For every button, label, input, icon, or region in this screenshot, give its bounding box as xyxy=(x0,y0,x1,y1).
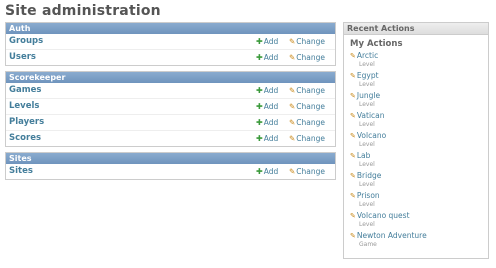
change-link[interactable]: ✎Change xyxy=(289,164,325,179)
recent-actions-panel: Recent Actions My Actions ✎Arctic Level … xyxy=(343,22,489,259)
pencil-icon: ✎ xyxy=(289,86,296,95)
change-link[interactable]: ✎Change xyxy=(289,131,325,146)
change-link[interactable]: ✎Change xyxy=(289,50,325,65)
plus-icon: ✚ xyxy=(256,167,263,176)
add-link[interactable]: ✚Add xyxy=(256,131,278,146)
pencil-icon: ✎ xyxy=(350,152,356,160)
model-row-sites: Sites ✚Add ✎Change xyxy=(6,164,335,179)
model-link[interactable]: Groups xyxy=(9,34,43,49)
pencil-icon: ✎ xyxy=(350,192,356,200)
model-link[interactable]: Players xyxy=(9,115,44,130)
model-link[interactable]: Scores xyxy=(9,131,41,146)
plus-icon: ✚ xyxy=(256,118,263,127)
model-link[interactable]: Users xyxy=(9,50,36,65)
change-link[interactable]: ✎Change xyxy=(289,83,325,98)
page-title: Site administration xyxy=(5,3,161,19)
model-row-scores: Scores ✚Add ✎Change xyxy=(6,130,335,146)
pencil-icon: ✎ xyxy=(350,232,356,240)
action-type: Level xyxy=(359,101,375,108)
pencil-icon: ✎ xyxy=(289,134,296,143)
pencil-icon: ✎ xyxy=(350,52,356,60)
add-link[interactable]: ✚Add xyxy=(256,50,278,65)
model-link[interactable]: Games xyxy=(9,83,41,98)
action-link[interactable]: ✎Bridge xyxy=(350,171,488,181)
model-row-users: Users ✚Add ✎Change xyxy=(6,49,335,65)
action-link[interactable]: ✎Volcano quest xyxy=(350,211,488,221)
action-type: Game xyxy=(359,241,377,248)
action-type: Level xyxy=(359,161,375,168)
pencil-icon: ✎ xyxy=(289,118,296,127)
action-item: ✎Newton Adventure Game xyxy=(350,231,488,251)
change-link[interactable]: ✎Change xyxy=(289,115,325,130)
model-row-groups: Groups ✚Add ✎Change xyxy=(6,34,335,49)
module-scorekeeper: Scorekeeper Games ✚Add ✎Change Levels ✚A… xyxy=(5,71,336,147)
module-sites: Sites Sites ✚Add ✎Change xyxy=(5,152,336,180)
my-actions-heading: My Actions xyxy=(350,39,403,49)
action-item: ✎Prison Level xyxy=(350,191,488,211)
action-list: ✎Arctic Level ✎Egypt Level ✎Jungle Level… xyxy=(344,51,488,251)
action-item: ✎Egypt Level xyxy=(350,71,488,91)
add-link[interactable]: ✚Add xyxy=(256,115,278,130)
module-auth: Auth Groups ✚Add ✎Change Users ✚Add ✎Cha… xyxy=(5,22,336,66)
plus-icon: ✚ xyxy=(256,53,263,62)
model-link[interactable]: Levels xyxy=(9,99,39,114)
module-caption[interactable]: Auth xyxy=(6,23,335,34)
module-caption[interactable]: Sites xyxy=(6,153,335,164)
action-type: Level xyxy=(359,221,375,228)
change-link[interactable]: ✎Change xyxy=(289,34,325,49)
pencil-icon: ✎ xyxy=(289,37,296,46)
app-modules: Auth Groups ✚Add ✎Change Users ✚Add ✎Cha… xyxy=(5,22,336,185)
action-item: ✎Volcano Level xyxy=(350,131,488,151)
pencil-icon: ✎ xyxy=(350,112,356,120)
action-item: ✎Volcano quest Level xyxy=(350,211,488,231)
action-type: Level xyxy=(359,61,375,68)
action-item: ✎Bridge Level xyxy=(350,171,488,191)
plus-icon: ✚ xyxy=(256,86,263,95)
action-item: ✎Vatican Level xyxy=(350,111,488,131)
plus-icon: ✚ xyxy=(256,102,263,111)
model-link[interactable]: Sites xyxy=(9,164,33,179)
add-link[interactable]: ✚Add xyxy=(256,99,278,114)
action-type: Level xyxy=(359,121,375,128)
pencil-icon: ✎ xyxy=(350,172,356,180)
action-type: Level xyxy=(359,81,375,88)
change-link[interactable]: ✎Change xyxy=(289,99,325,114)
action-link[interactable]: ✎Vatican xyxy=(350,111,488,121)
action-type: Level xyxy=(359,181,375,188)
action-link[interactable]: ✎Jungle xyxy=(350,91,488,101)
action-link[interactable]: ✎Newton Adventure xyxy=(350,231,488,241)
action-link[interactable]: ✎Arctic xyxy=(350,51,488,61)
model-row-players: Players ✚Add ✎Change xyxy=(6,114,335,130)
model-row-levels: Levels ✚Add ✎Change xyxy=(6,98,335,114)
action-link[interactable]: ✎Egypt xyxy=(350,71,488,81)
action-link[interactable]: ✎Lab xyxy=(350,151,488,161)
pencil-icon: ✎ xyxy=(289,53,296,62)
pencil-icon: ✎ xyxy=(350,212,356,220)
action-type: Level xyxy=(359,201,375,208)
model-row-games: Games ✚Add ✎Change xyxy=(6,83,335,98)
add-link[interactable]: ✚Add xyxy=(256,164,278,179)
pencil-icon: ✎ xyxy=(350,92,356,100)
plus-icon: ✚ xyxy=(256,134,263,143)
action-item: ✎Lab Level xyxy=(350,151,488,171)
action-link[interactable]: ✎Volcano xyxy=(350,131,488,141)
action-item: ✎Arctic Level xyxy=(350,51,488,71)
add-link[interactable]: ✚Add xyxy=(256,83,278,98)
pencil-icon: ✎ xyxy=(289,167,296,176)
pencil-icon: ✎ xyxy=(350,132,356,140)
pencil-icon: ✎ xyxy=(289,102,296,111)
recent-actions-caption: Recent Actions xyxy=(344,23,488,35)
add-link[interactable]: ✚Add xyxy=(256,34,278,49)
action-type: Level xyxy=(359,141,375,148)
plus-icon: ✚ xyxy=(256,37,263,46)
pencil-icon: ✎ xyxy=(350,72,356,80)
action-link[interactable]: ✎Prison xyxy=(350,191,488,201)
action-item: ✎Jungle Level xyxy=(350,91,488,111)
module-caption[interactable]: Scorekeeper xyxy=(6,72,335,83)
